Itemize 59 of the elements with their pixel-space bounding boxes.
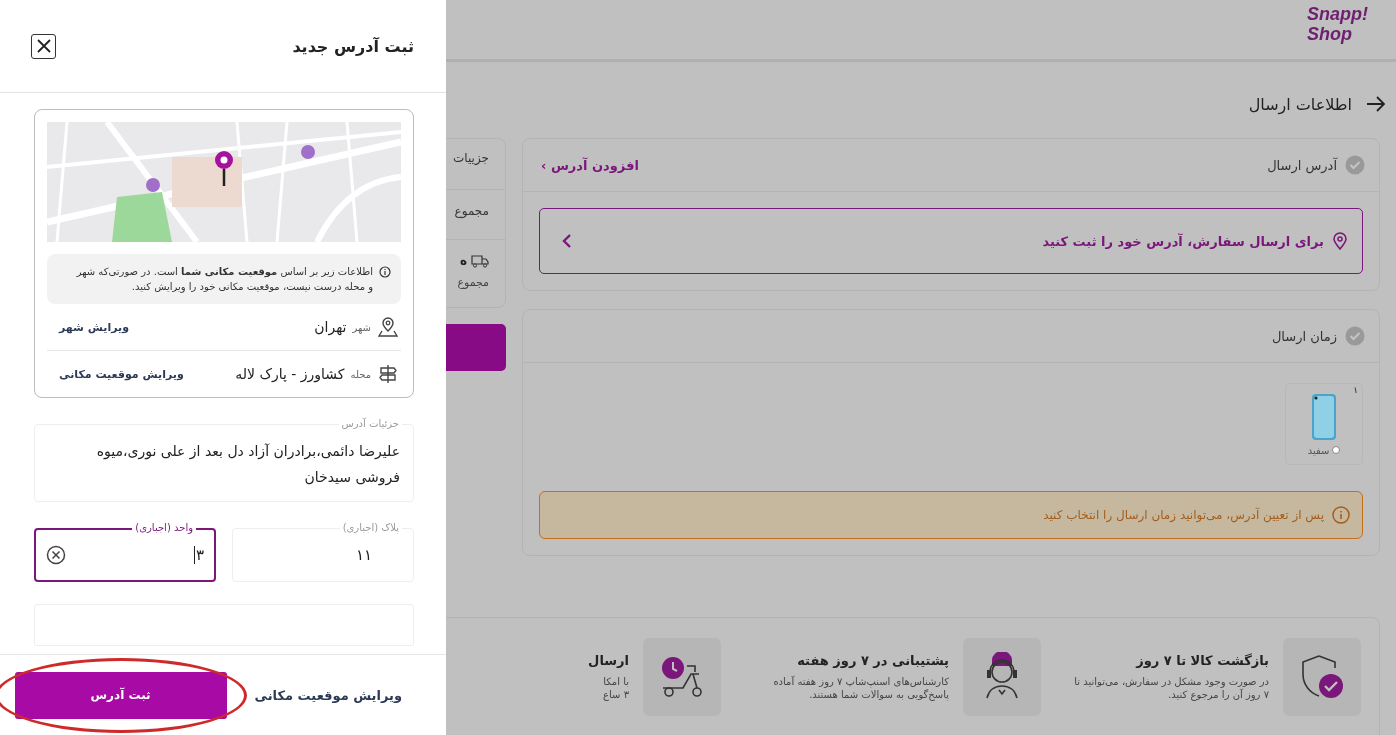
edit-link[interactable]: ویرایش موقعیت مکانی bbox=[59, 367, 184, 381]
clear-icon[interactable] bbox=[46, 545, 66, 565]
submit-address-button[interactable]: ثبت آدرس bbox=[14, 671, 227, 719]
feature-title: بازگشت کالا تا ۷ روز bbox=[1134, 653, 1269, 668]
feature-description: با امکا bbox=[602, 676, 629, 687]
field-label: شهر bbox=[352, 321, 371, 333]
drawer-title: ثبت آدرس جدید bbox=[292, 36, 414, 56]
address-details-field[interactable]: جزئیات آدرس علیرضا دائمی،برادران آزاد دل بعد از علی نوری،میوه فروشی سیدخان bbox=[34, 416, 414, 502]
check-icon bbox=[1345, 326, 1365, 346]
feature-description: ۳ ساع bbox=[602, 689, 629, 700]
page-title: اطلاعات ارسال bbox=[1248, 94, 1352, 114]
truck-icon bbox=[471, 254, 489, 268]
feature-description: پاسخ‌گویی به سوالات شما هستند. bbox=[808, 689, 949, 700]
add-address-prompt[interactable]: برای ارسال سفارش، آدرس خود را ثبت کنید bbox=[539, 208, 1363, 274]
edit-location-link[interactable]: ویرایش موقعیت مکانی bbox=[254, 687, 402, 703]
edit-link[interactable]: ویرایش شهر bbox=[59, 320, 129, 334]
check-icon bbox=[1345, 155, 1365, 175]
phone-drawing bbox=[1311, 392, 1337, 441]
summary-note: مجموع bbox=[456, 275, 490, 289]
signpost-icon bbox=[377, 363, 399, 385]
feature-description: در صورت وجود مشکل در سفارش، می‌توانید تا bbox=[1074, 676, 1269, 687]
field-value: ۱۱ bbox=[355, 546, 372, 564]
close-button[interactable] bbox=[31, 33, 56, 59]
shipping-label: ه bbox=[459, 254, 467, 268]
back-arrow-icon[interactable] bbox=[1366, 96, 1386, 112]
field-label: پلاک (اجباری) bbox=[339, 520, 402, 536]
field-label: جزئیات آدرس bbox=[338, 416, 402, 432]
logo[interactable]: Snapp! Shop bbox=[1307, 4, 1368, 44]
section-title: زمان ارسال bbox=[1271, 328, 1337, 344]
input-field[interactable]: واحد (اجباری) ۳ bbox=[34, 520, 216, 582]
color-swatch bbox=[1332, 446, 1341, 454]
field-label: واحد (اجباری) bbox=[132, 520, 196, 536]
feature-description: ۷ روز آن را مرجوع کنید. bbox=[1167, 689, 1269, 700]
product-thumbnail[interactable]: ۱ سفید bbox=[1285, 383, 1363, 465]
feature-description: کارشناس‌های اسنپ‌شاپ ۷ روز هفته آماده bbox=[773, 676, 949, 687]
prompt-text: برای ارسال سفارش، آدرس خود را ثبت کنید bbox=[1042, 233, 1324, 249]
summary-label: مجموع bbox=[446, 189, 505, 229]
info-icon bbox=[379, 266, 391, 278]
location-value: کشاورز - پارک لاله bbox=[235, 366, 345, 382]
summary-heading: جزییات bbox=[452, 151, 490, 167]
checkout-button[interactable] bbox=[446, 324, 506, 371]
info-icon bbox=[1332, 506, 1350, 524]
location-pin-icon bbox=[1332, 232, 1348, 250]
address-text: علیرضا دائمی،برادران آزاد دل بعد از علی نوری،میوه فروشی سیدخان bbox=[95, 442, 400, 488]
feature-title: ارسال bbox=[588, 653, 629, 668]
close-icon bbox=[35, 38, 52, 54]
chevron-icon bbox=[562, 233, 572, 249]
field-value: ۳ bbox=[193, 546, 204, 564]
quantity-text: ۱ bbox=[1353, 385, 1358, 395]
input-field[interactable]: پلاک (اجباری) ۱۱ bbox=[232, 520, 414, 582]
feature-title: پشتیبانی در ۷ روز هفته bbox=[796, 653, 949, 668]
add-address-link[interactable]: افزودن آدرس › bbox=[541, 157, 639, 173]
section-title: آدرس ارسال bbox=[1267, 157, 1337, 173]
color-name: سفید bbox=[1307, 444, 1330, 456]
notice-text: پس از تعیین آدرس، می‌توانید زمان ارسال را انتخاب کنید bbox=[1043, 508, 1324, 522]
map-pin-icon bbox=[377, 316, 399, 338]
info-text: اطلاعات زیر بر اساس موقعیت مکانی شما است. در صورتی‌که شهر و محله درست نیست، موقعیت مکانی خود را ویرایش کنید. bbox=[75, 265, 373, 294]
field-label: محله bbox=[350, 368, 371, 380]
location-value: تهران bbox=[314, 319, 347, 335]
